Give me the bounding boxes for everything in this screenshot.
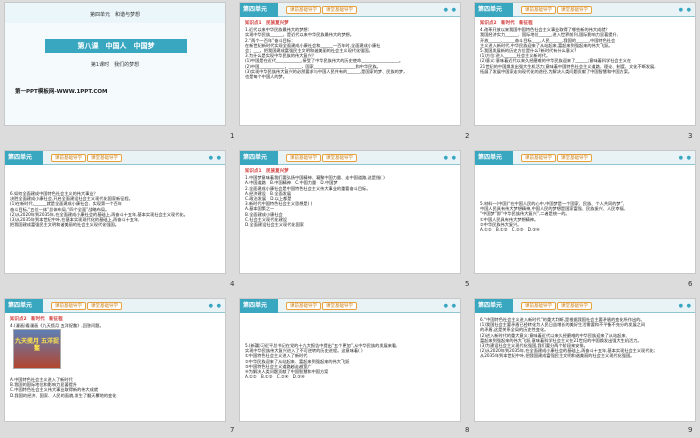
text-line: 拓展了发展中国家走向现代化的途径,为解决人类问题贡献了中国智慧和中国方案。 (480, 68, 633, 74)
nav-dots-icon: ● ● (443, 7, 457, 13)
slide-header: 第四单元 课前基础导学 课堂基础导学 ● ● (240, 3, 460, 17)
text-line: D.我国的经济、国家、人民的面貌,发生了翻天覆地的变化 (10, 392, 117, 398)
slide-thumbnail-5[interactable]: 第四单元 课前基础导学 课堂基础导学 ● ● 知识点1 民族复兴梦 1.中国梦意… (239, 150, 461, 274)
slide-thumbnail-1[interactable]: 第四单元 和谐与梦想 第八课 中国人 中国梦 第1课时 我们的梦想 第一PPT模… (4, 2, 226, 126)
slide-body-options: A.中国特色社会主义进入了新时代 B.我国的国际地位和影响力显著提升 C.中国特… (10, 377, 220, 418)
slide-header: 第四单元 课前基础导学 课堂基础导学 ● ● (475, 151, 695, 165)
unit-badge: 第四单元 (475, 3, 513, 17)
slide-thumbnail-2[interactable]: 第四单元 课前基础导学 课堂基础导学 ● ● 知识点1 民族复兴梦 1.近代以来… (239, 2, 461, 126)
text-line: 4.(漫画)看漫画《九天揽月 五洋捉鳖》,回答问题。 (10, 323, 104, 329)
slide-header: 第四单元 课前基础导学 课堂基础导学 ● ● (240, 151, 460, 165)
text-line: 从2035年到本世纪中叶,把我国建成富强民主文明和谐美丽的社会主义现代化强国。 (480, 353, 635, 359)
tag-class: 课堂基础导学 (557, 154, 592, 162)
slide-thumbnail-9[interactable]: 第四单元 课前基础导学 课堂基础导学 ● ● 6.“中国特色社会主义进入新时代”… (474, 298, 696, 422)
tag-pre: 课前基础导学 (286, 154, 321, 162)
slide-body: 6.如何全面建成中国特色社会主义的伟大事业？ 决胜全面建成小康社会,开启全面建设… (10, 191, 220, 270)
nav-dots-icon: ● ● (678, 155, 692, 161)
nav-dots-icon: ● ● (678, 303, 692, 309)
slide-header: 第四单元 课前基础导学 课堂基础导学 ● ● (5, 299, 225, 313)
slide-number-7: 7 (230, 426, 235, 434)
nav-dots-icon: ● ● (208, 303, 222, 309)
slide-sorter-grid: 第四单元 和谐与梦想 第八课 中国人 中国梦 第1课时 我们的梦想 第一PPT模… (4, 2, 696, 436)
unit-badge: 第四单元 (475, 151, 513, 165)
tag-pre: 课前基础导学 (521, 6, 556, 14)
slide-number-8: 8 (465, 426, 470, 434)
slide-body: 知识点2 新时代 新征程 4.改革开放以来我国中国特色社会主义事业取得了哪些新的… (480, 20, 690, 122)
slide-body: 知识点1 民族复兴梦 1.中国梦意味着我们要弘扬中国精神、凝聚中国力量、走中国道… (245, 168, 455, 270)
slide-number-9: 9 (688, 426, 693, 434)
unit-badge: 第四单元 (240, 151, 278, 165)
tag-pre: 课前基础导学 (521, 154, 556, 162)
comic-image: 九天揽月 五洋捉鳖 (13, 329, 61, 369)
tag-class: 课堂基础导学 (557, 302, 592, 310)
slide-header: 第四单元 课前基础导学 课堂基础导学 ● ● (240, 299, 460, 313)
cover-subtitle: 第1课时 我们的梦想 (90, 62, 140, 68)
cover-unit: 第四单元 和谐与梦想 (89, 12, 140, 18)
slide-number-1: 1 (230, 132, 235, 140)
tag-class: 课堂基础导学 (87, 154, 122, 162)
unit-badge: 第四单元 (240, 3, 278, 17)
comic-text: 九天揽月 五洋捉鳖 (14, 338, 60, 352)
slide-thumbnail-3[interactable]: 第四单元 课前基础导学 课堂基础导学 ● ● 知识点2 新时代 新征程 4.改革… (474, 2, 696, 126)
nav-dots-icon: ● ● (208, 155, 222, 161)
slide-thumbnail-4[interactable]: 第四单元 课前基础导学 课堂基础导学 ● ● 6.如何全面建成中国特色社会主义的… (4, 150, 226, 274)
tag-pre: 课前基础导学 (286, 6, 321, 14)
slide-body: 6.“中国特色社会主义进入新时代”的重大判断,是根据我国社会主要矛盾的变化所作出… (480, 317, 690, 418)
knowledge-point-heading: 知识点2 新时代 新征程 (10, 317, 63, 322)
tag-class: 课堂基础导学 (322, 302, 357, 310)
slide-number-5: 5 (465, 280, 470, 288)
tag-class: 课堂基础导学 (557, 6, 592, 14)
knowledge-point-heading: 知识点2 新时代 新征程 (480, 21, 533, 26)
unit-badge: 第四单元 (240, 299, 278, 313)
text-line: D.全面建设社会主义现代化国家 (245, 222, 304, 228)
slide-body: 知识点1 民族复兴梦 1.近代以来中华民族最伟大的梦想： 实现中华民族_____… (245, 20, 455, 122)
tag-pre: 课前基础导学 (51, 154, 86, 162)
slide-thumbnail-6[interactable]: 第四单元 课前基础导学 课堂基础导学 ● ● 5.材料一(中国)“在中国人民的心… (474, 150, 696, 274)
slide-number-4: 4 (230, 280, 235, 288)
unit-badge: 第四单元 (5, 299, 43, 313)
text-line: A.①② B.①③ C.②④ D.③④ (245, 374, 305, 380)
text-line: 把我国建成富强民主文明和谐美丽的社会主义现代化强国。 (10, 222, 119, 228)
tag-pre: 课前基础导学 (51, 302, 86, 310)
slide-thumbnail-8[interactable]: 第四单元 课前基础导学 课堂基础导学 ● ● 5.(新疆)习近平总书记在党的十九… (239, 298, 461, 422)
nav-dots-icon: ● ● (443, 303, 457, 309)
tag-class: 课堂基础导学 (87, 302, 122, 310)
slide-body: 5.材料一(中国)“在中国人民的心中,中国梦是一个国家、民族、个人共同的梦”, … (480, 201, 690, 270)
unit-badge: 第四单元 (5, 151, 43, 165)
nav-dots-icon: ● ● (443, 155, 457, 161)
slide-header: 第四单元 课前基础导学 课堂基础导学 ● ● (5, 151, 225, 165)
tag-pre: 课前基础导学 (286, 302, 321, 310)
tag-class: 课堂基础导学 (322, 154, 357, 162)
text-line: A.①② B.①③ C.②③ D.③④ (480, 227, 540, 233)
slide-header: 第四单元 课前基础导学 课堂基础导学 ● ● (475, 299, 695, 313)
slide-header: 第四单元 课前基础导学 课堂基础导学 ● ● (475, 3, 695, 17)
tag-pre: 课前基础导学 (521, 302, 556, 310)
slide-number-2: 2 (465, 132, 470, 140)
cover-site: 第一PPT模板网-WWW.1PPT.COM (15, 89, 108, 95)
unit-badge: 第四单元 (475, 299, 513, 313)
knowledge-point-heading: 知识点1 民族复兴梦 (245, 21, 289, 26)
text-line: 也是每个中国人的梦。 (245, 74, 287, 80)
cover-title: 第八课 中国人 中国梦 (45, 39, 187, 53)
nav-dots-icon: ● ● (678, 7, 692, 13)
knowledge-point-heading: 知识点1 民族复兴梦 (245, 169, 289, 174)
slide-body: 5.(新疆)习近平总书记在党的十九大报告中提出“五个更加”,从中华民族的发展来看… (245, 343, 455, 418)
slide-number-6: 6 (688, 280, 693, 288)
slide-number-3: 3 (688, 132, 693, 140)
slide-thumbnail-7[interactable]: 第四单元 课前基础导学 课堂基础导学 ● ● 知识点2 新时代 新征程 4.(漫… (4, 298, 226, 422)
tag-class: 课堂基础导学 (322, 6, 357, 14)
